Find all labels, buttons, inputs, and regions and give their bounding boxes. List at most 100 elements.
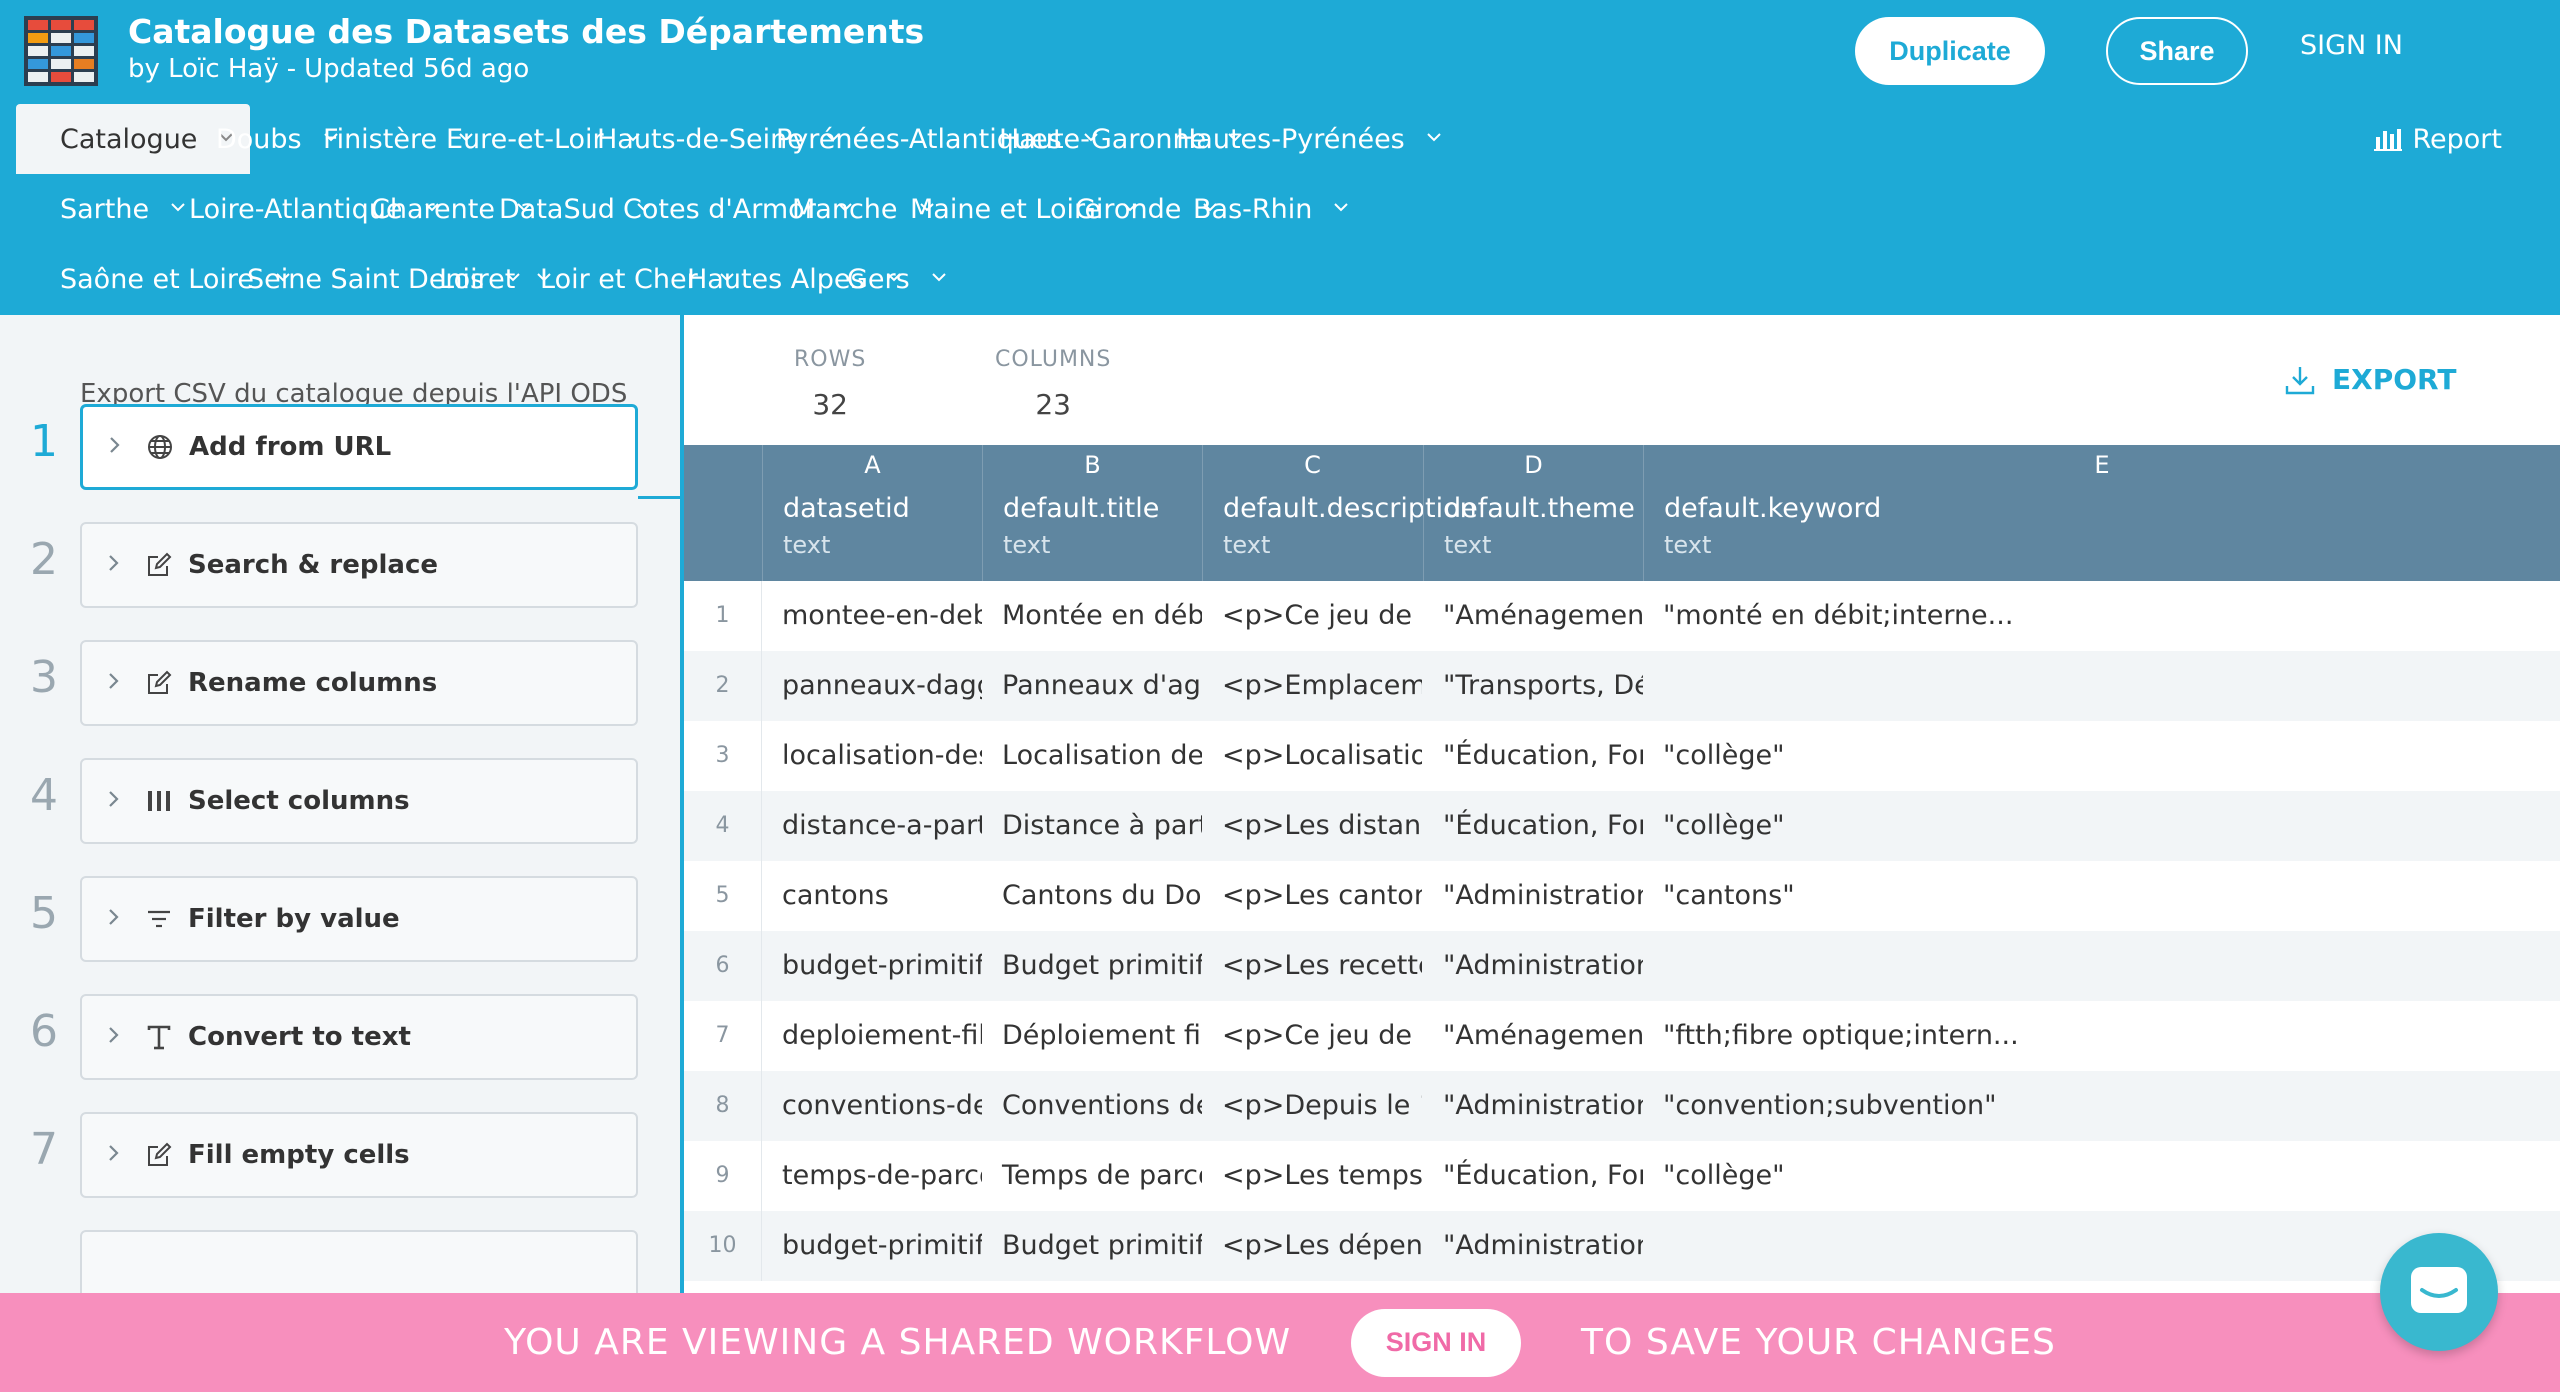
table-cell[interactable]: <p>Les recettes inscrite... [1202, 931, 1422, 1001]
table-cell[interactable]: Montée en débit sur cui... [982, 581, 1202, 651]
chevron-right-icon[interactable] [108, 908, 124, 930]
table-cell[interactable]: "Administration, Gouver... [1423, 861, 1643, 931]
step-label: Search & replace [188, 550, 438, 580]
table-cell[interactable]: panneaux-dagglomerati... [762, 651, 982, 721]
columns-label: COLUMNS [995, 347, 1112, 372]
table-cell[interactable]: cantons [762, 861, 982, 931]
sign-in-link[interactable]: SIGN IN [2300, 30, 2403, 61]
table-cell[interactable]: "Administration, Gouver... [1423, 931, 1643, 1001]
tab-item[interactable]: Bas-Rhin [1149, 174, 1349, 244]
table-cell[interactable]: conventions-de-subven... [762, 1071, 982, 1141]
share-button[interactable]: Share [2106, 17, 2248, 85]
table-cell[interactable]: localisation-des-colleges [762, 721, 982, 791]
table-cell[interactable]: temps-de-parcours-a-p... [762, 1141, 982, 1211]
chevron-right-icon[interactable] [108, 672, 124, 694]
table-cell[interactable]: budget-primitif-2018-d... [762, 1211, 982, 1281]
chat-launcher-button[interactable] [2380, 1233, 2498, 1351]
chevron-right-icon[interactable] [108, 790, 124, 812]
edit-icon [144, 668, 174, 698]
banner-sign-in-button[interactable]: SIGN IN [1351, 1308, 1522, 1377]
edit-icon [144, 550, 174, 580]
chevron-down-icon[interactable] [931, 272, 946, 286]
step-number: 7 [30, 1124, 58, 1175]
table-cell[interactable]: <p>Les dépenses inscri... [1202, 1211, 1422, 1281]
table-cell[interactable]: "collège" [1643, 791, 2560, 861]
row-number: 5 [684, 861, 762, 931]
table-cell[interactable]: Distance à partir des col... [982, 791, 1202, 861]
table-cell[interactable]: "Éducation, Formation, ... [1423, 1141, 1643, 1211]
report-button[interactable]: Report [2374, 104, 2502, 174]
table-cell[interactable]: "cantons" [1643, 861, 2560, 931]
table-cell[interactable]: Budget primitif 2018 - ... [982, 931, 1202, 1001]
row-number: 7 [684, 1001, 762, 1071]
chevron-right-icon[interactable] [108, 1144, 124, 1166]
table-cell[interactable]: Cantons du Doubs [982, 861, 1202, 931]
table-cell[interactable]: Localisation des collèges [982, 721, 1202, 791]
table-cell[interactable]: <p>Les temps de parco... [1202, 1141, 1422, 1211]
column-name[interactable]: default.title [1003, 493, 1159, 524]
workflow-step[interactable]: Fill empty cells [80, 1112, 638, 1198]
duplicate-button[interactable]: Duplicate [1855, 17, 2045, 85]
workflow-step[interactable]: Rename columns [80, 640, 638, 726]
table-cell[interactable]: "Éducation, Formation, ... [1423, 791, 1643, 861]
table-cell[interactable]: montee-en-debit-sur-c... [762, 581, 982, 651]
workbench-logo-icon[interactable] [24, 16, 98, 86]
step-number: 1 [30, 416, 58, 467]
filter-icon [144, 904, 174, 934]
chevron-right-icon[interactable] [108, 554, 124, 576]
table-cell[interactable]: <p>Depuis le 1er août ... [1202, 1071, 1422, 1141]
table-cell[interactable]: <p>Localisation des im... [1202, 721, 1422, 791]
column-name[interactable]: default.keyword [1664, 493, 1881, 524]
table-cell[interactable]: "ftth;fibre optique;intern... [1643, 1001, 2560, 1071]
table-cell[interactable] [1643, 651, 2560, 721]
step-label: Fill empty cells [188, 1140, 410, 1170]
column-header[interactable]: Ddefault.theme text [1423, 445, 1643, 581]
table-cell[interactable]: "Aménagement du terri... [1423, 1001, 1643, 1071]
table-cell[interactable]: budget-primitif-2018-r... [762, 931, 982, 1001]
table-cell[interactable]: Budget primitif 2018 - ... [982, 1211, 1202, 1281]
column-header[interactable]: Adatasetid text [762, 445, 982, 581]
table-cell[interactable]: "Éducation, Formation, ... [1423, 721, 1643, 791]
chevron-down-icon[interactable] [1334, 202, 1349, 216]
table-cell[interactable]: Panneaux d'agglomérat... [982, 651, 1202, 721]
table-cell[interactable]: "Administration, Gouver... [1423, 1211, 1643, 1281]
table-cell[interactable]: "collège" [1643, 1141, 2560, 1211]
shared-workflow-banner: YOU ARE VIEWING A SHARED WORKFLOW SIGN I… [0, 1293, 2560, 1392]
table-cell[interactable]: Temps de parcours à pa... [982, 1141, 1202, 1211]
export-button[interactable]: EXPORT [2284, 363, 2456, 396]
table-cell[interactable]: "Transports, Déplaceme... [1423, 651, 1643, 721]
chevron-down-icon[interactable] [1427, 132, 1441, 146]
table-cell[interactable]: <p>Les distances en pa... [1202, 791, 1422, 861]
workflow-step[interactable]: Add from URL [80, 404, 638, 490]
workflow-step[interactable]: Convert to text [80, 994, 638, 1080]
table-cell[interactable]: <p>Les cantons du dép... [1202, 861, 1422, 931]
table-cell[interactable]: "collège" [1643, 721, 2560, 791]
table-cell[interactable]: Conventions de subven... [982, 1071, 1202, 1141]
column-name[interactable]: default.theme [1444, 493, 1635, 524]
chevron-right-icon[interactable] [108, 1026, 124, 1048]
table-cell[interactable]: deploiement-fibre-optiq... [762, 1001, 982, 1071]
table-cell[interactable]: <p>Ce jeu de données ... [1202, 1001, 1422, 1071]
table-cell[interactable]: "convention;subvention" [1643, 1071, 2560, 1141]
tab-item[interactable]: Hautes-Pyrénées [1132, 104, 1441, 174]
workflow-step[interactable]: Search & replace [80, 522, 638, 608]
table-cell[interactable]: Déploiement fibre optiq... [982, 1001, 1202, 1071]
table-cell[interactable]: <p>Ce jeu de données c... [1202, 581, 1422, 651]
column-header[interactable]: Cdefault.description text [1202, 445, 1477, 581]
table-cell[interactable]: "Aménagement du terri... [1423, 581, 1643, 651]
table-cell[interactable]: "monté en débit;interne... [1643, 581, 2560, 651]
table-cell[interactable]: distance-a-partir-des-c... [762, 791, 982, 861]
column-name[interactable]: datasetid [783, 493, 910, 524]
table-cell[interactable]: <p>Emplacement des p... [1202, 651, 1422, 721]
workflow-step[interactable]: Filter by value [80, 876, 638, 962]
table-cell[interactable]: "Administration, Gouver... [1423, 1071, 1643, 1141]
tab-item[interactable]: Gers [803, 244, 946, 314]
chevron-right-icon[interactable] [109, 436, 125, 458]
table-row: 2panneaux-dagglomerati...Panneaux d'aggl… [684, 651, 2560, 721]
column-header[interactable]: Edefault.keyword text [1643, 445, 2560, 581]
top-bar: Catalogue des Datasets des Départements … [0, 0, 2560, 104]
workflow-step[interactable]: Select columns [80, 758, 638, 844]
column-header[interactable]: Bdefault.title text [982, 445, 1202, 581]
table-cell[interactable] [1643, 931, 2560, 1001]
workflow-step[interactable] [80, 1230, 638, 1293]
